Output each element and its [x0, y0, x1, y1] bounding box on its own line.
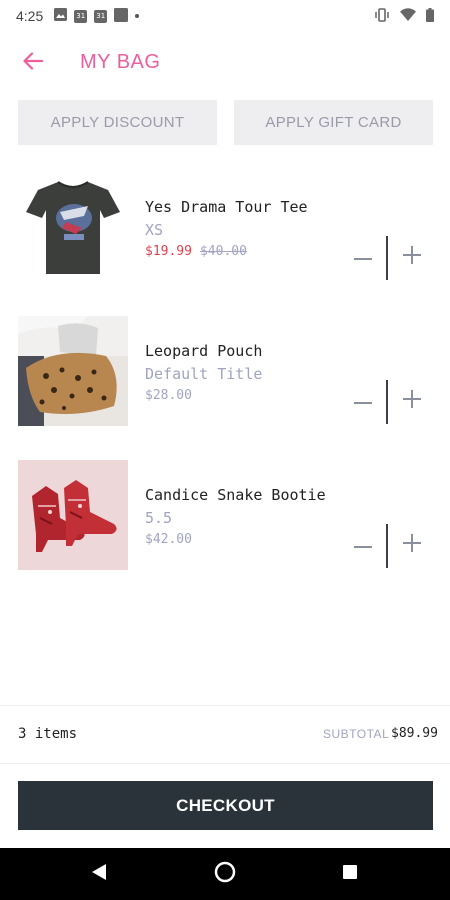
promo-actions: APPLY DISCOUNT APPLY GIFT CARD — [18, 100, 433, 145]
product-thumbnail-bootie[interactable] — [18, 460, 128, 570]
increase-quantity-button[interactable] — [399, 388, 425, 414]
decrease-quantity-button[interactable] — [350, 532, 376, 558]
quantity-stepper — [350, 380, 425, 424]
system-recents-button[interactable] — [338, 862, 362, 886]
circle-home-icon — [214, 861, 236, 888]
item-variant: Default Title — [145, 365, 263, 383]
item-info: Yes Drama Tour Tee XS $19.99 $40.00 — [145, 198, 308, 259]
calendar-icon-2: 31 — [94, 9, 108, 23]
triangle-back-icon — [91, 863, 107, 886]
square-notification-icon — [114, 7, 129, 25]
item-price: $28.00 — [145, 388, 262, 403]
system-back-button[interactable] — [87, 862, 111, 886]
minus-icon — [354, 536, 372, 554]
product-thumbnail-tee[interactable] — [18, 172, 128, 282]
checkout-button[interactable]: CHECKOUT — [18, 781, 433, 830]
divider — [0, 763, 450, 764]
subtotal-label: SUBTOTAL — [323, 727, 390, 741]
battery-icon — [426, 7, 434, 25]
item-sale-price: $19.99 — [145, 244, 192, 259]
status-bar: 4:25 31 31 — [0, 0, 450, 32]
product-thumbnail-pouch[interactable] — [18, 316, 128, 426]
item-regular-price: $42.00 — [145, 532, 192, 547]
page-title: MY BAG — [80, 51, 161, 73]
back-arrow-icon — [23, 51, 44, 75]
apply-gift-card-button[interactable]: APPLY GIFT CARD — [234, 100, 433, 145]
item-name[interactable]: Candice Snake Bootie — [145, 486, 326, 504]
item-price: $19.99 $40.00 — [145, 244, 308, 259]
system-home-button[interactable] — [213, 861, 237, 888]
wifi-icon — [400, 8, 416, 24]
increase-quantity-button[interactable] — [399, 532, 425, 558]
item-name[interactable]: Leopard Pouch — [145, 342, 262, 360]
cart-item: Candice Snake Bootie 5.5 $42.00 — [0, 458, 450, 570]
plus-icon — [403, 533, 421, 557]
vibrate-icon — [374, 7, 390, 25]
calendar-icon: 31 — [74, 9, 88, 23]
item-variant: XS — [145, 221, 164, 239]
app-header: MY BAG — [0, 40, 450, 86]
minus-icon — [354, 248, 372, 266]
stepper-divider — [386, 236, 388, 280]
subtotal-value: $89.99 — [391, 726, 438, 741]
square-recents-icon — [342, 864, 358, 885]
item-price: $42.00 — [145, 532, 326, 547]
status-time: 4:25 — [16, 8, 44, 24]
plus-icon — [403, 245, 421, 269]
plus-icon — [403, 389, 421, 413]
cart-item: Leopard Pouch Default Title $28.00 — [0, 314, 450, 426]
minus-icon — [354, 392, 372, 410]
item-name[interactable]: Yes Drama Tour Tee — [145, 198, 308, 216]
increase-quantity-button[interactable] — [399, 244, 425, 270]
item-regular-price: $28.00 — [145, 388, 192, 403]
stepper-divider — [386, 524, 388, 568]
order-summary: 3 items SUBTOTAL $89.99 — [0, 706, 450, 763]
image-notification-icon — [54, 8, 68, 24]
apply-discount-button[interactable]: APPLY DISCOUNT — [18, 100, 217, 145]
decrease-quantity-button[interactable] — [350, 244, 376, 270]
decrease-quantity-button[interactable] — [350, 388, 376, 414]
cart-item: Yes Drama Tour Tee XS $19.99 $40.00 — [0, 170, 450, 282]
more-notifications-dot-icon — [135, 14, 140, 18]
quantity-stepper — [350, 524, 425, 568]
item-info: Leopard Pouch Default Title $28.00 — [145, 342, 262, 403]
back-button[interactable] — [20, 50, 46, 76]
item-count: 3 items — [18, 726, 78, 742]
item-variant: 5.5 — [145, 509, 173, 527]
item-info: Candice Snake Bootie 5.5 $42.00 — [145, 486, 326, 547]
system-navigation-bar — [0, 848, 450, 900]
quantity-stepper — [350, 236, 425, 280]
stepper-divider — [386, 380, 388, 424]
item-original-price: $40.00 — [199, 244, 247, 259]
